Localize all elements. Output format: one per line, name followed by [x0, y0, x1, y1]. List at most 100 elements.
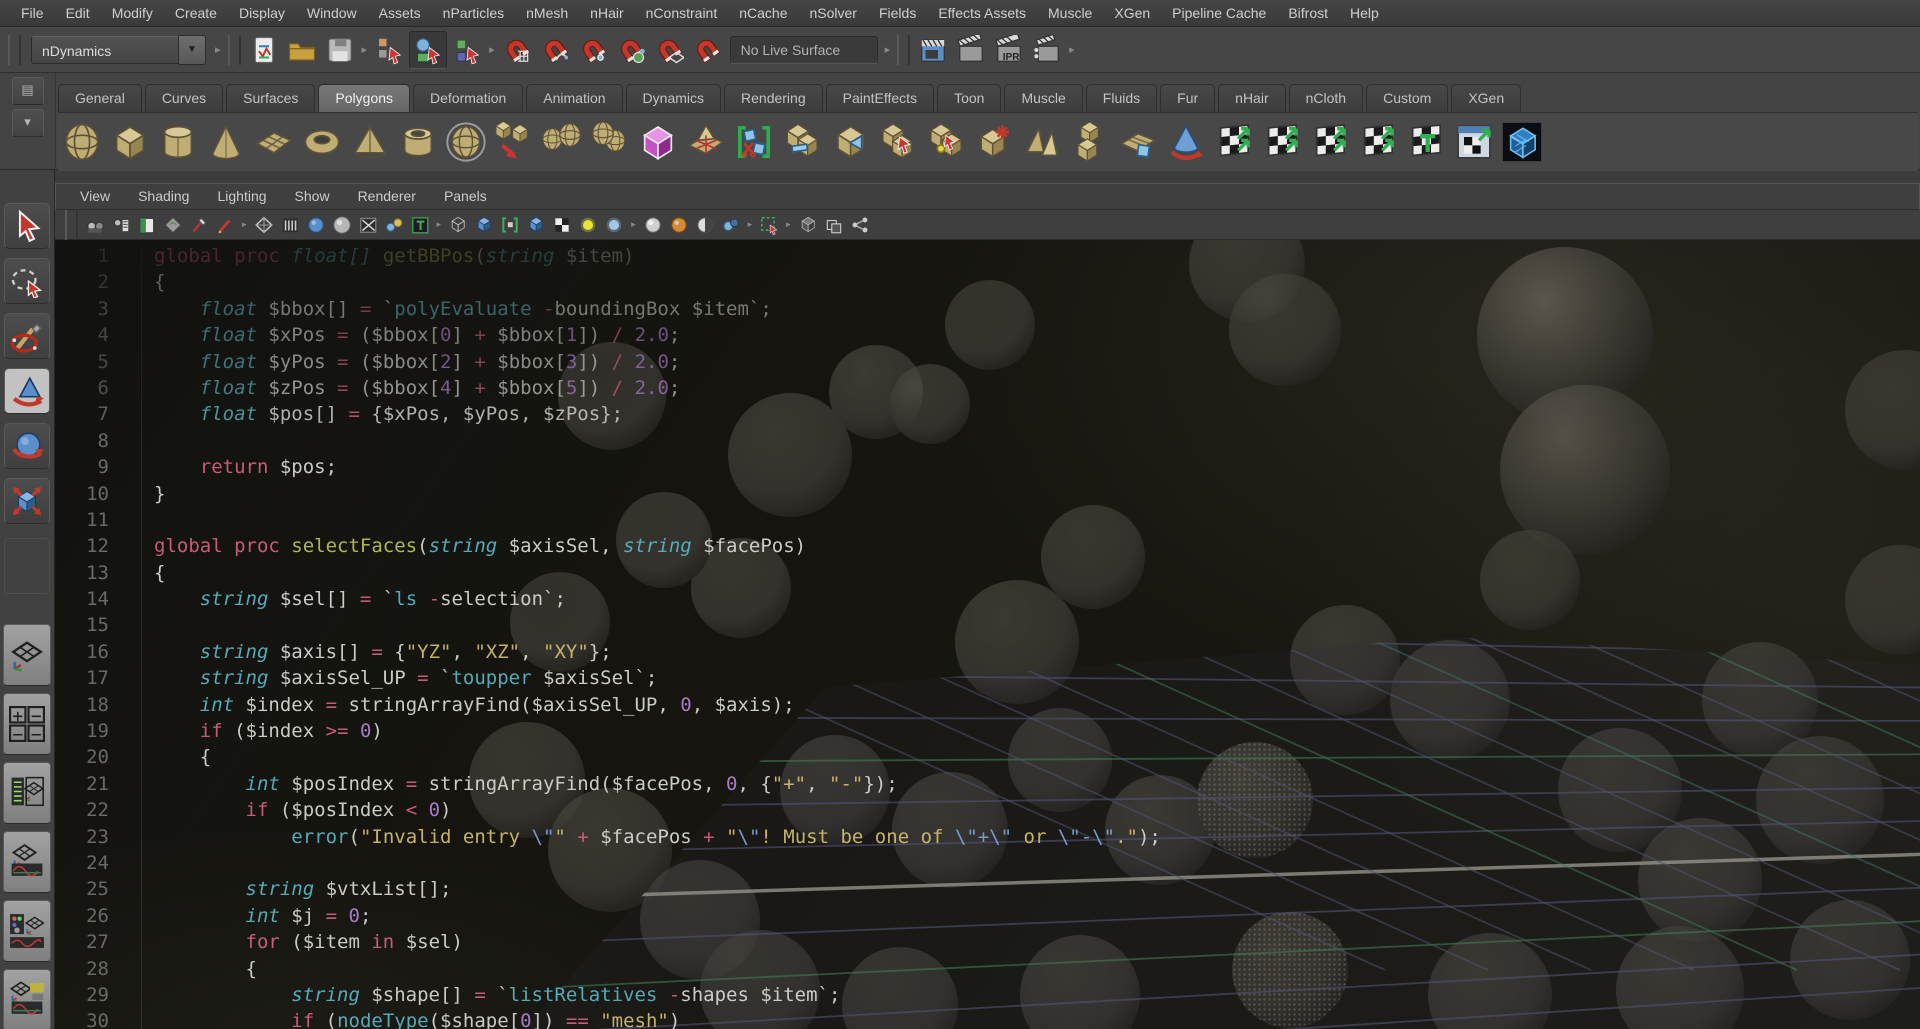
four-pane-layout[interactable]	[3, 693, 51, 755]
menu-help[interactable]: Help	[1339, 0, 1390, 26]
shelf-tab-fur[interactable]: Fur	[1160, 84, 1215, 112]
snap-grid-icon[interactable]	[499, 32, 535, 68]
toolbar-section-collapser-icon[interactable]: ▸	[631, 219, 636, 230]
paint-select-tool-icon[interactable]	[4, 313, 50, 359]
insert-edge-loop-icon[interactable]	[922, 116, 970, 168]
isolate-select-icon[interactable]	[757, 213, 781, 237]
toolbar-section-collapser-icon[interactable]: ▸	[437, 219, 442, 230]
quad-draw-icon[interactable]	[1114, 116, 1162, 168]
bookmark-icon[interactable]	[135, 213, 159, 237]
viewport[interactable]: 1global proc float[] getBBPos(string $it…	[55, 240, 1920, 1029]
poly-torus-icon[interactable]	[298, 116, 346, 168]
shelf-tab-ncloth[interactable]: nCloth	[1289, 84, 1363, 112]
menu-effects-assets[interactable]: Effects Assets	[927, 0, 1037, 26]
merge-center-icon[interactable]	[778, 116, 826, 168]
panel-menu-view[interactable]: View	[66, 184, 124, 209]
append-polygon-icon[interactable]	[1066, 116, 1114, 168]
menu-file[interactable]: File	[10, 0, 55, 26]
hypershade-persp-layout[interactable]	[3, 900, 51, 962]
menu-nhair[interactable]: nHair	[579, 0, 634, 26]
toolbar-section-collapser-icon[interactable]: ▸	[786, 219, 791, 230]
textured-icon[interactable]	[408, 213, 432, 237]
menu-fields[interactable]: Fields	[868, 0, 927, 26]
poly-cube-icon[interactable]	[106, 116, 154, 168]
section-collapser-icon[interactable]: ▸	[362, 43, 368, 56]
motion-blur-icon[interactable]	[667, 213, 691, 237]
poly-cone-icon[interactable]	[202, 116, 250, 168]
section-collapser-icon[interactable]: ▸	[215, 43, 221, 56]
shelf-tab-rendering[interactable]: Rendering	[724, 84, 823, 112]
bounding-box-icon[interactable]	[356, 213, 380, 237]
shaded-display-icon[interactable]	[472, 213, 496, 237]
duplicate-view-icon[interactable]	[822, 213, 846, 237]
shelf-tab-painteffects[interactable]: PaintEffects	[826, 84, 934, 112]
render-current-frame-icon[interactable]	[953, 32, 989, 68]
menu-window[interactable]: Window	[296, 0, 368, 26]
toolbar-section-collapser-icon[interactable]: ▸	[242, 219, 247, 230]
snap-projected-center-icon[interactable]	[613, 32, 649, 68]
panel-menu-lighting[interactable]: Lighting	[203, 184, 280, 209]
poly-pipe-icon[interactable]	[394, 116, 442, 168]
camera-settings-icon[interactable]	[109, 213, 133, 237]
shaded-icon[interactable]	[304, 213, 328, 237]
automatic-mapping-icon[interactable]	[1354, 116, 1402, 168]
menuset-selector[interactable]: nDynamics▼	[31, 35, 206, 65]
menu-nmesh[interactable]: nMesh	[515, 0, 579, 26]
shelf-tab-polygons[interactable]: Polygons	[318, 84, 410, 112]
status-grip[interactable]	[8, 35, 21, 65]
wireframe-on-shaded-icon[interactable]	[382, 213, 406, 237]
select-object-icon[interactable]	[409, 31, 447, 69]
shelf-tab-deformation[interactable]: Deformation	[413, 84, 523, 112]
fill-hole-icon[interactable]	[1018, 116, 1066, 168]
shelf-tab-fluids[interactable]: Fluids	[1086, 84, 1157, 112]
panel-menu-panels[interactable]: Panels	[430, 184, 501, 209]
panel-grip[interactable]	[65, 210, 78, 240]
select-tool-icon[interactable]	[4, 203, 50, 249]
render-settings-icon[interactable]	[1029, 32, 1065, 68]
uv-snapshot-icon[interactable]	[1402, 116, 1450, 168]
menu-modify[interactable]: Modify	[101, 0, 164, 26]
live-surface-field[interactable]: No Live Surface	[730, 36, 878, 64]
uv-texture-editor-icon[interactable]	[1450, 116, 1498, 168]
toolbar-section-collapser-icon[interactable]: ▸	[748, 219, 753, 230]
shelf-tab-nhair[interactable]: nHair	[1218, 84, 1285, 112]
checkered-icon[interactable]	[550, 213, 574, 237]
combine-icon[interactable]	[490, 116, 538, 168]
default-material-icon[interactable]	[446, 213, 470, 237]
persp-graph-layout[interactable]	[3, 831, 51, 893]
poly-plane-icon[interactable]	[250, 116, 298, 168]
node-graph-icon[interactable]	[848, 213, 872, 237]
shelf-tab-toon[interactable]: Toon	[937, 84, 1001, 112]
move-tool-icon[interactable]	[4, 368, 50, 414]
menu-assets[interactable]: Assets	[368, 0, 432, 26]
menu-muscle[interactable]: Muscle	[1037, 0, 1103, 26]
save-scene-icon[interactable]	[322, 32, 358, 68]
menu-bifrost[interactable]: Bifrost	[1277, 0, 1339, 26]
status-grip[interactable]	[228, 35, 241, 65]
all-lights-icon[interactable]	[602, 213, 626, 237]
shelf-tab-general[interactable]: General	[58, 84, 142, 112]
shelf-dropdown-button[interactable]: ▾	[12, 109, 44, 137]
render-view-icon[interactable]	[915, 32, 951, 68]
menu-create[interactable]: Create	[164, 0, 228, 26]
lasso-tool-icon[interactable]	[4, 258, 50, 304]
rotate-tool-icon[interactable]	[4, 423, 50, 469]
image-plane-icon[interactable]	[161, 213, 185, 237]
mirror-geometry-icon[interactable]	[634, 116, 682, 168]
ipr-render-icon[interactable]: IPR	[991, 32, 1027, 68]
multi-cut-icon[interactable]	[730, 116, 778, 168]
shelf-tab-surfaces[interactable]: Surfaces	[226, 84, 315, 112]
cylindrical-mapping-icon[interactable]	[1258, 116, 1306, 168]
make-live-icon[interactable]	[689, 32, 725, 68]
depth-of-field-icon[interactable]	[719, 213, 743, 237]
persp-node-graph-layout[interactable]	[3, 969, 51, 1029]
open-scene-icon[interactable]	[284, 32, 320, 68]
select-component-icon[interactable]	[449, 32, 485, 68]
texture-view-icon[interactable]	[498, 213, 522, 237]
snap-curve-icon[interactable]	[537, 32, 573, 68]
substance-node-icon[interactable]	[1498, 116, 1546, 168]
boolean-union-icon[interactable]	[538, 116, 586, 168]
reduce-icon[interactable]	[682, 116, 730, 168]
menuset-field[interactable]: nDynamics	[31, 36, 179, 64]
sculpt-tool-icon[interactable]	[1162, 116, 1210, 168]
